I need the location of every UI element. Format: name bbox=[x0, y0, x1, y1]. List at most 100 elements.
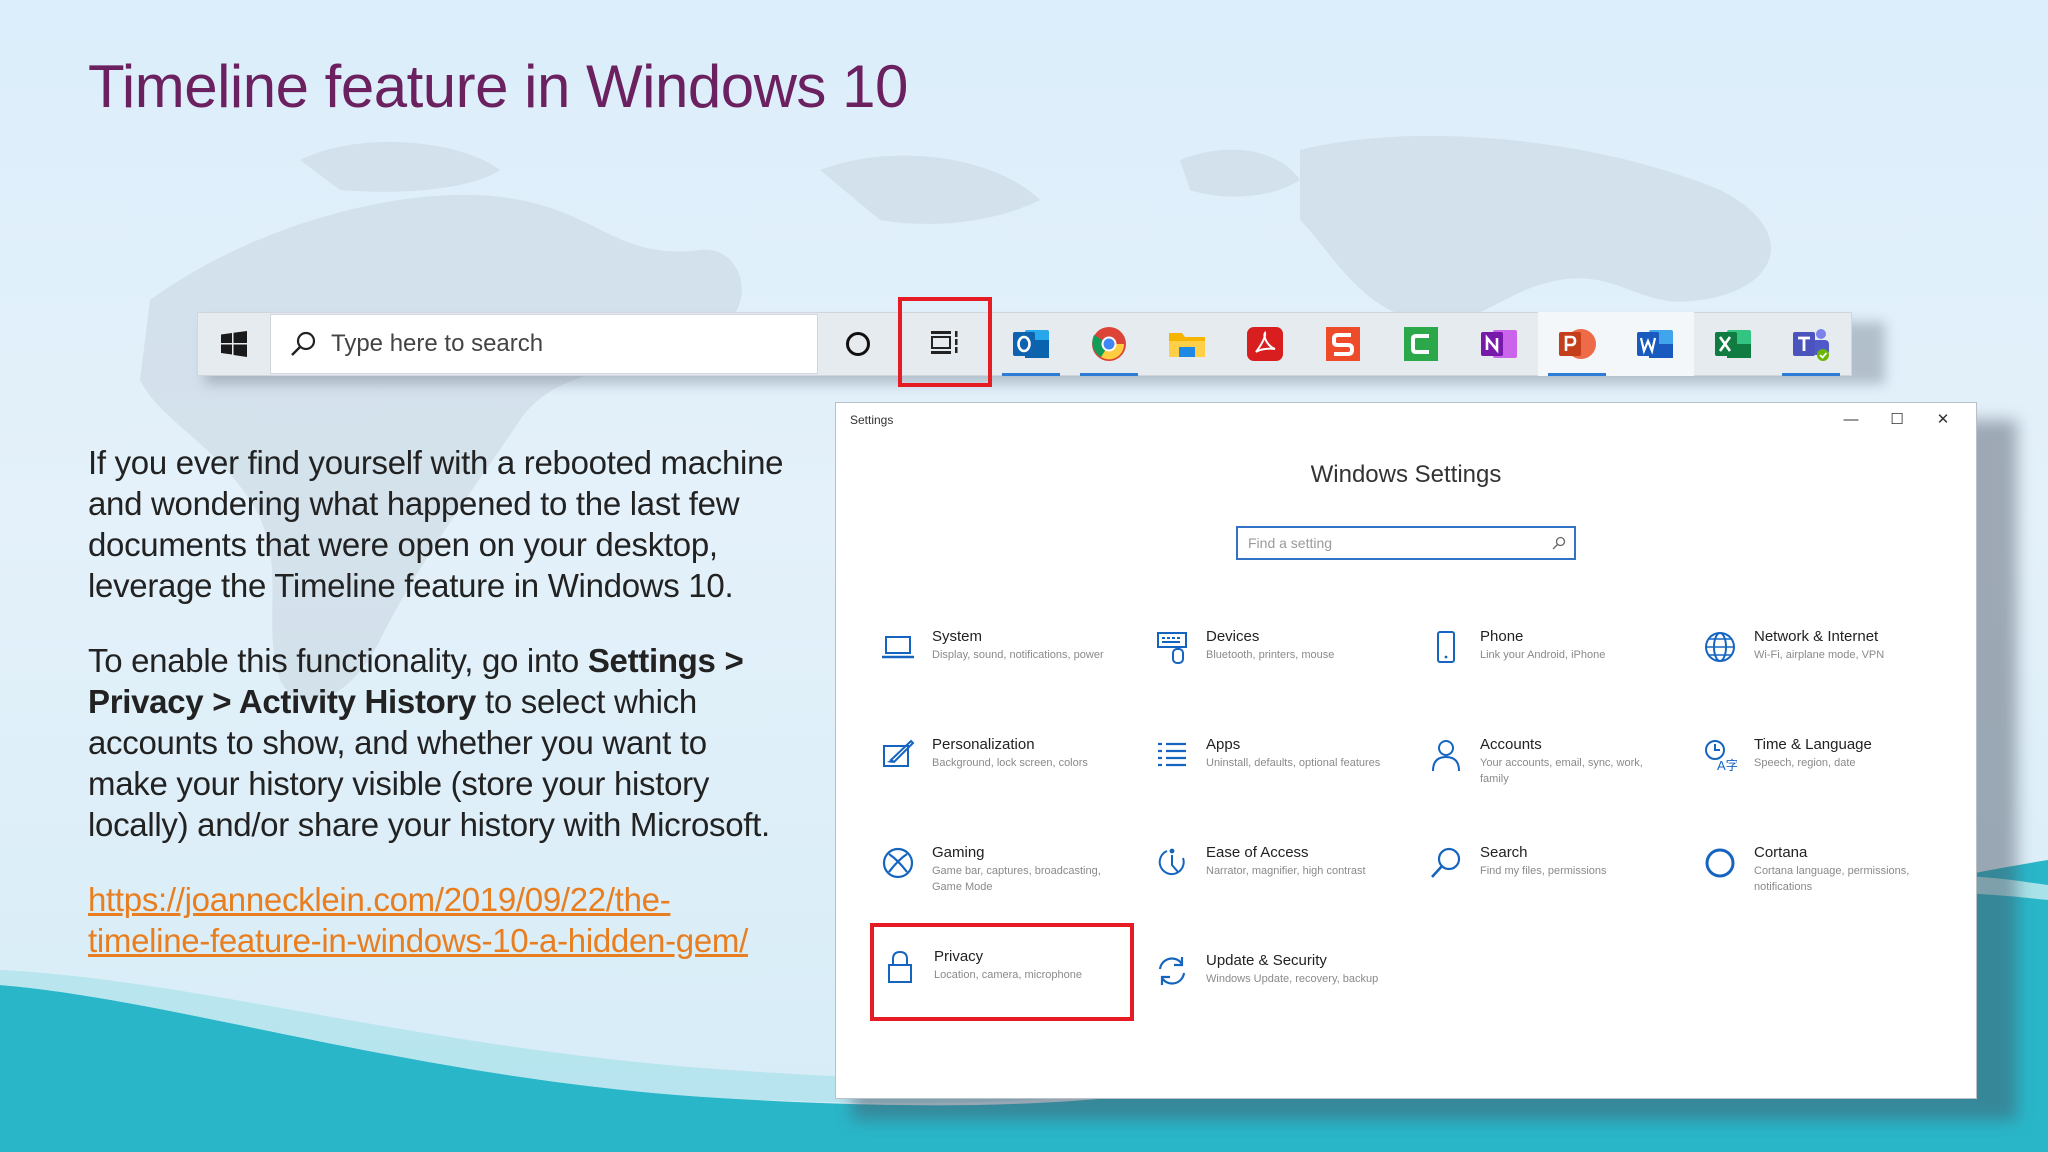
onenote-taskbar-button[interactable] bbox=[1460, 312, 1538, 376]
tile-description: Location, camera, microphone bbox=[934, 969, 1082, 981]
settings-tile-network[interactable]: Network & Internet Wi-Fi, airplane mode,… bbox=[1698, 625, 1938, 715]
teams-icon bbox=[1793, 329, 1829, 361]
settings-search-placeholder: Find a setting bbox=[1248, 535, 1333, 551]
tile-name: Phone bbox=[1480, 628, 1524, 645]
globe-icon bbox=[1698, 625, 1742, 669]
tile-name: Accounts bbox=[1480, 736, 1542, 753]
tile-description: Game bar, captures, broadcasting, Game M… bbox=[932, 865, 1101, 893]
taskbar-search-placeholder: Type here to search bbox=[331, 330, 544, 357]
windows-taskbar: Type here to search bbox=[197, 297, 1852, 387]
search-icon bbox=[1544, 536, 1574, 550]
tile-name: Update & Security bbox=[1206, 952, 1327, 969]
tile-name: Search bbox=[1480, 844, 1528, 861]
tile-description: Uninstall, defaults, optional features bbox=[1206, 757, 1381, 769]
tile-name: Network & Internet bbox=[1754, 628, 1879, 645]
keyboard-icon bbox=[1150, 625, 1194, 669]
magnifier-icon bbox=[1424, 841, 1468, 885]
phone-icon bbox=[1424, 625, 1468, 669]
maximize-button[interactable]: ☐ bbox=[1874, 407, 1920, 431]
close-button[interactable]: ✕ bbox=[1920, 407, 1966, 431]
camtasia-taskbar-button[interactable] bbox=[1382, 312, 1460, 376]
file-explorer-icon bbox=[1169, 333, 1205, 357]
laptop-icon bbox=[876, 625, 920, 669]
tile-description: Windows Update, recovery, backup bbox=[1206, 973, 1379, 985]
tile-name: Privacy bbox=[934, 948, 984, 965]
tile-name: Gaming bbox=[932, 844, 985, 861]
settings-tile-phone[interactable]: Phone Link your Android, iPhone bbox=[1424, 625, 1664, 715]
tile-description: Bluetooth, printers, mouse bbox=[1206, 649, 1335, 661]
settings-tile-gaming[interactable]: Gaming Game bar, captures, broadcasting,… bbox=[876, 841, 1116, 931]
tile-name: Apps bbox=[1206, 736, 1241, 753]
instructions-paragraph: To enable this functionality, go into Se… bbox=[88, 640, 788, 845]
tile-description: Find my files, permissions bbox=[1480, 865, 1607, 877]
settings-tile-search[interactable]: Search Find my files, permissions bbox=[1424, 841, 1664, 931]
settings-tile-update-security[interactable]: Update & Security Windows Update, recove… bbox=[1150, 949, 1390, 1039]
cortana-button[interactable] bbox=[818, 312, 898, 376]
tile-description: Link your Android, iPhone bbox=[1480, 649, 1606, 661]
tile-name: Time & Language bbox=[1754, 736, 1872, 753]
task-view-timeline-button[interactable] bbox=[898, 297, 992, 387]
chrome-icon bbox=[1092, 327, 1126, 361]
window-title: Settings bbox=[850, 413, 894, 427]
tile-description: Speech, region, date bbox=[1754, 757, 1856, 769]
cortana-ring-icon bbox=[1698, 841, 1742, 885]
person-icon bbox=[1424, 733, 1468, 777]
word-icon bbox=[1637, 330, 1673, 358]
tile-name: Devices bbox=[1206, 628, 1260, 645]
cortana-icon bbox=[846, 332, 870, 356]
acrobat-taskbar-button[interactable] bbox=[1226, 312, 1304, 376]
tile-description: Display, sound, notifications, power bbox=[932, 649, 1104, 661]
settings-tile-system[interactable]: System Display, sound, notifications, po… bbox=[876, 625, 1116, 715]
settings-tile-accounts[interactable]: Accounts Your accounts, email, sync, wor… bbox=[1424, 733, 1664, 823]
minimize-button[interactable]: — bbox=[1828, 407, 1874, 431]
settings-tile-cortana[interactable]: Cortana Cortana language, permissions, n… bbox=[1698, 841, 1938, 931]
powerpoint-icon bbox=[1559, 329, 1596, 359]
powerpoint-taskbar-button[interactable] bbox=[1538, 312, 1616, 376]
search-icon bbox=[291, 331, 316, 356]
tile-name: Personalization bbox=[932, 736, 1035, 753]
taskbar-search-box[interactable]: Type here to search bbox=[270, 314, 818, 374]
settings-window: Settings — ☐ ✕ Windows Settings Find a s… bbox=[835, 402, 1977, 1099]
settings-tile-ease-of-access[interactable]: Ease of Access Narrator, magnifier, high… bbox=[1150, 841, 1390, 931]
settings-heading: Windows Settings bbox=[1310, 461, 1502, 488]
paint-icon bbox=[876, 733, 920, 777]
tile-name: System bbox=[932, 628, 983, 645]
settings-tile-devices[interactable]: Devices Bluetooth, printers, mouse bbox=[1150, 625, 1390, 715]
lock-icon bbox=[878, 945, 922, 989]
acrobat-icon bbox=[1247, 327, 1283, 361]
chrome-taskbar-button[interactable] bbox=[1070, 312, 1148, 376]
tile-description: Background, lock screen, colors bbox=[932, 757, 1088, 769]
teams-taskbar-button[interactable] bbox=[1772, 312, 1850, 376]
snagit-taskbar-button[interactable] bbox=[1304, 312, 1382, 376]
svg-text:A字: A字 bbox=[1717, 758, 1737, 772]
source-link[interactable]: https://joannecklein.com/2019/09/22/the-… bbox=[88, 879, 788, 961]
windows-start-icon bbox=[221, 331, 247, 357]
settings-tile-privacy[interactable]: Privacy Location, camera, microphone bbox=[870, 923, 1134, 1021]
word-taskbar-button[interactable] bbox=[1616, 312, 1694, 376]
outlook-icon bbox=[1013, 330, 1049, 358]
file-explorer-taskbar-button[interactable] bbox=[1148, 312, 1226, 376]
slide-body: If you ever find yourself with a reboote… bbox=[88, 442, 788, 961]
slide-title: Timeline feature in Windows 10 bbox=[88, 53, 908, 120]
settings-tile-personalization[interactable]: Personalization Background, lock screen,… bbox=[876, 733, 1116, 823]
snagit-icon bbox=[1326, 327, 1360, 361]
start-button[interactable] bbox=[198, 312, 270, 376]
timeline-icon bbox=[931, 331, 958, 354]
ease-of-access-icon bbox=[1150, 841, 1194, 885]
onenote-icon bbox=[1481, 330, 1517, 358]
outlook-taskbar-button[interactable] bbox=[992, 312, 1070, 376]
language-icon: A字 bbox=[1698, 733, 1742, 777]
xbox-icon bbox=[876, 841, 920, 885]
settings-tile-time-language[interactable]: A字 Time & Language Speech, region, date bbox=[1698, 733, 1938, 823]
tile-description: Cortana language, permissions, notificat… bbox=[1754, 865, 1910, 893]
excel-icon bbox=[1715, 330, 1751, 358]
tile-description: Narrator, magnifier, high contrast bbox=[1206, 865, 1366, 877]
tile-name: Ease of Access bbox=[1206, 844, 1309, 861]
list-icon bbox=[1150, 733, 1194, 777]
tile-description: Your accounts, email, sync, work, family bbox=[1480, 757, 1643, 785]
excel-taskbar-button[interactable] bbox=[1694, 312, 1772, 376]
tile-name: Cortana bbox=[1754, 844, 1808, 861]
settings-tile-apps[interactable]: Apps Uninstall, defaults, optional featu… bbox=[1150, 733, 1390, 823]
settings-search-box[interactable]: Find a setting bbox=[1236, 526, 1576, 560]
window-controls: — ☐ ✕ bbox=[1828, 407, 1966, 431]
